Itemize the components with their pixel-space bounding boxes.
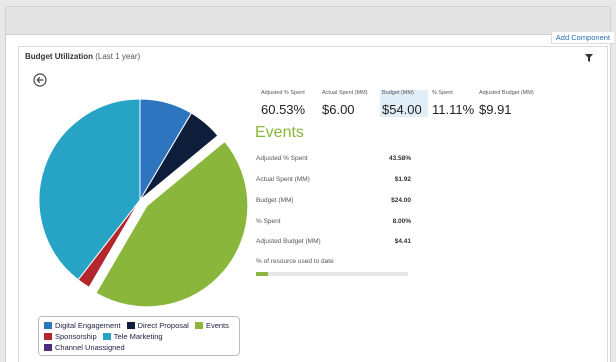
legend-swatch [126, 322, 135, 329]
detail-row-label: Actual Spent (MM) [256, 176, 310, 183]
legend-label: Tele Marketing [113, 332, 163, 341]
legend-swatch [102, 333, 111, 340]
detail-row: Adjusted % Spent 43.58% [256, 155, 411, 162]
legend-label: Digital Engagement [55, 321, 121, 330]
legend-item[interactable]: Sponsorship [44, 331, 97, 342]
summary-stat: % Spent 11.11% [432, 90, 474, 117]
legend-label: Channel Unassigned [55, 343, 125, 352]
summary-stat-value: 11.11% [432, 102, 475, 117]
legend-label: Events [205, 321, 229, 330]
detail-row-label: Budget (MM) [256, 197, 294, 204]
summary-stat: Adjusted % Spent 60.53% [261, 90, 305, 117]
legend-item[interactable]: Digital Engagement [44, 320, 120, 331]
legend-swatch [44, 322, 52, 329]
summary-stat: Actual Spent (MM) $6.00 [322, 90, 368, 117]
top-bar [5, 6, 611, 34]
detail-row-value: $4.41 [394, 238, 411, 245]
summary-stat-label: Actual Spent (MM) [322, 90, 368, 96]
detail-row-value: $24.00 [391, 197, 411, 204]
detail-row-label: Adjusted % Spent [256, 155, 308, 162]
budget-pie-chart [38, 98, 249, 308]
card-subtitle: (Last 1 year) [95, 52, 141, 61]
legend-item[interactable]: Tele Marketing [102, 331, 163, 342]
legend-swatch [44, 344, 52, 351]
summary-stat-label: Adjusted Budget (MM) [479, 90, 534, 96]
detail-row: Actual Spent (MM) $1.92 [256, 176, 411, 183]
progress-label: % of resource used to date [256, 258, 334, 265]
detail-row: Adjusted Budget (MM) $4.41 [256, 238, 411, 245]
detail-row-label: Adjusted Budget (MM) [256, 238, 321, 245]
summary-stat-value: $54.00 [382, 102, 422, 117]
detail-row-value: $1.92 [394, 176, 411, 183]
progress-fill [256, 272, 269, 276]
summary-stat-label: Adjusted % Spent [261, 90, 305, 96]
card-title-text: Budget Utilization [25, 52, 93, 61]
legend-item[interactable]: Direct Proposal [126, 320, 189, 331]
summary-stat-value: $6.00 [322, 102, 355, 117]
back-circle-icon[interactable] [33, 73, 47, 87]
detail-row-label: % Spent [256, 218, 281, 225]
add-component-button[interactable]: Add Component [550, 32, 614, 44]
legend-label: Sponsorship [55, 332, 97, 341]
legend-swatch [194, 322, 203, 329]
summary-stat: Adjusted Budget (MM) $9.91 [479, 90, 534, 117]
detail-row-value: 43.58% [388, 155, 411, 162]
detail-row: % Spent 8.00% [256, 218, 411, 225]
detail-row: Budget (MM) $24.00 [256, 197, 411, 204]
legend-item[interactable]: Events [194, 320, 229, 331]
legend-swatch [44, 333, 52, 340]
summary-stat-value: $9.91 [479, 102, 512, 117]
detail-row-value: 8.00% [392, 218, 411, 225]
summary-stat-value: 60.53% [261, 102, 306, 117]
summary-stat-highlighted: Budget (MM) $54.00 [380, 90, 428, 117]
legend-item[interactable]: Channel Unassigned [44, 342, 125, 353]
resource-progress-bar [256, 272, 408, 276]
card-title: Budget Utilization (Last 1 year) [25, 52, 140, 61]
summary-stat-label: % Spent [432, 90, 453, 96]
legend-label: Direct Proposal [137, 321, 189, 330]
summary-stat-label: Budget (MM) [382, 90, 414, 96]
detail-title: Events [255, 124, 304, 141]
filter-icon[interactable] [585, 54, 593, 62]
chart-legend: Digital Engagement Direct Proposal Event… [38, 316, 240, 356]
